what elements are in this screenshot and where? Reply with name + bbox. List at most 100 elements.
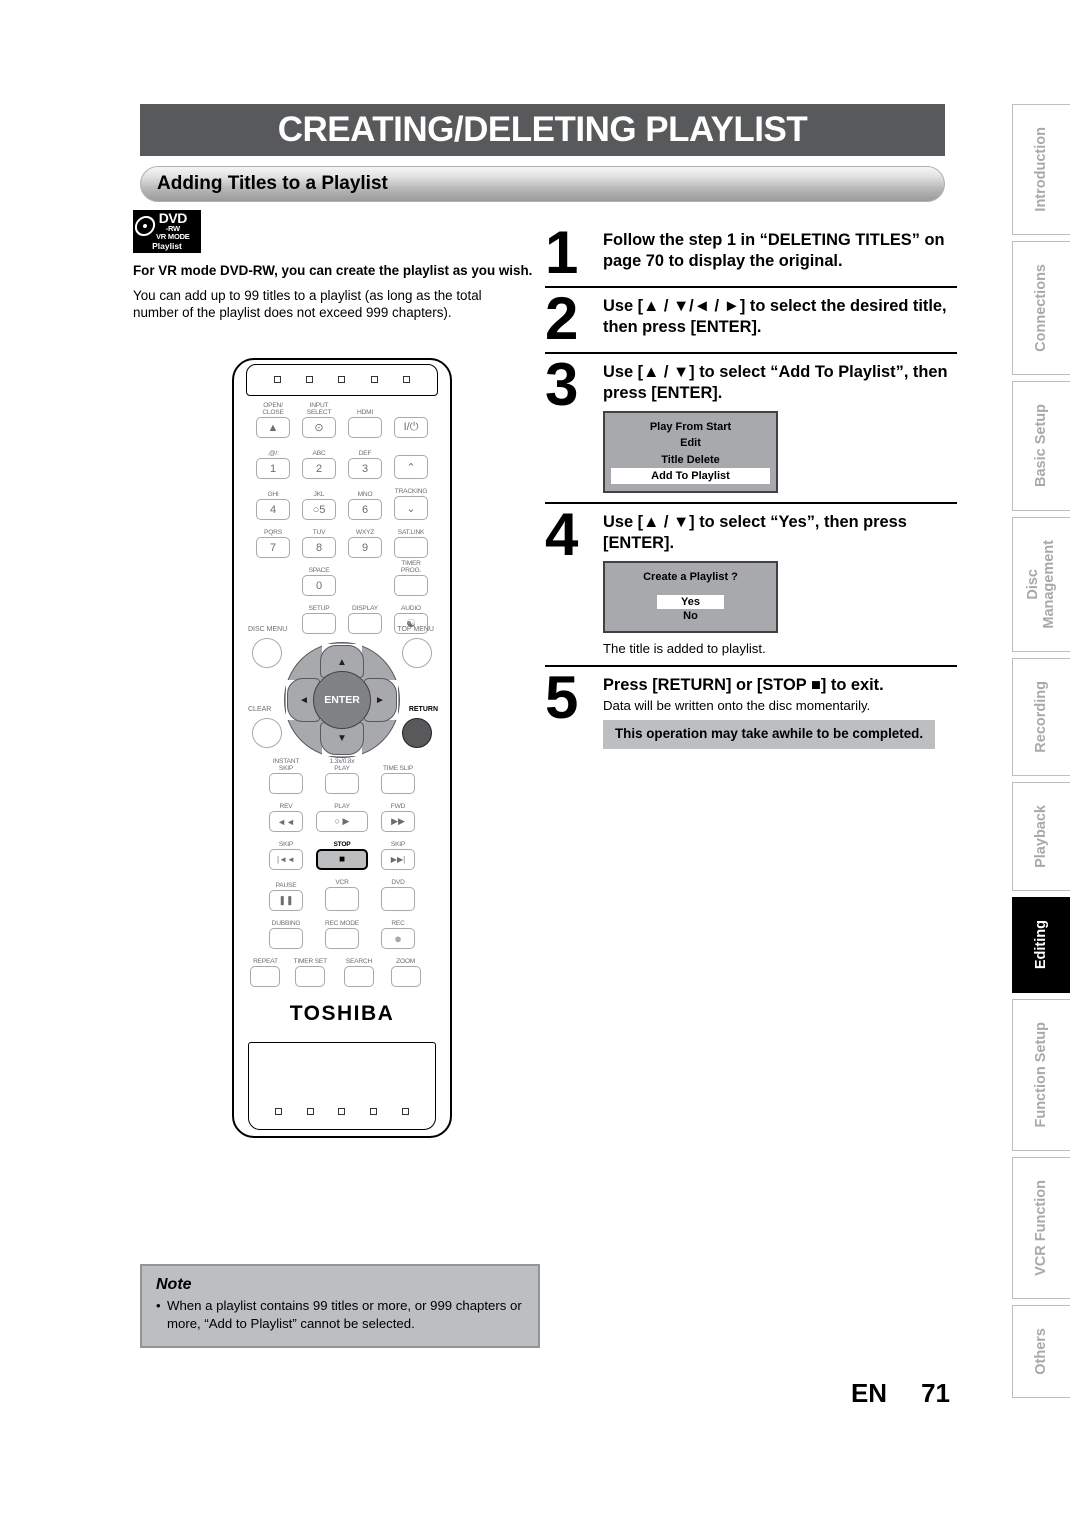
side-tab-strip: Introduction Connections Basic Setup Dis… xyxy=(1012,104,1070,1404)
key-label: DEF xyxy=(358,450,372,458)
vcr-button[interactable] xyxy=(325,887,359,911)
side-tab-disc-management[interactable]: Disc Management xyxy=(1012,516,1070,652)
osd-dialog-yes[interactable]: Yes xyxy=(657,594,724,609)
chevron-down-icon: ⌄ xyxy=(406,502,416,515)
display-button[interactable] xyxy=(348,613,382,634)
remote-top-indicator-row xyxy=(247,376,437,383)
time-slip-button[interactable] xyxy=(381,773,415,794)
number-9-button[interactable]: 9 xyxy=(348,537,382,558)
number-8-button[interactable]: 8 xyxy=(302,537,336,558)
step-text: Press [RETURN] or [STOP ■] to exit. xyxy=(603,676,884,695)
number-3-button[interactable]: 3 xyxy=(348,458,382,479)
return-button[interactable] xyxy=(402,718,432,748)
input-select-button[interactable]: ⊙ xyxy=(302,417,336,438)
open-close-button[interactable]: ▲ xyxy=(256,417,290,438)
stop-button[interactable]: ■ xyxy=(316,849,368,870)
top-menu-button[interactable] xyxy=(402,638,432,668)
arrow-right-icon: ► xyxy=(375,694,385,706)
sat-link-button[interactable] xyxy=(394,537,428,558)
skip-back-button[interactable]: |◄◄ xyxy=(269,849,303,870)
arrow-up-icon: ▲ xyxy=(337,656,347,668)
footer-page-number: 71 xyxy=(921,1378,950,1408)
osd-menu-item[interactable]: Play From Start xyxy=(605,419,776,435)
disc-glyph xyxy=(133,215,157,236)
rewind-icon: ◄◄ xyxy=(277,816,295,827)
osd-menu-item[interactable]: Title Delete xyxy=(605,452,776,468)
step-text: Use [▲ / ▼/◄ / ►] to select the desired … xyxy=(603,297,947,337)
step-2: 2 Use [▲ / ▼/◄ / ►] to select the desire… xyxy=(545,289,957,349)
dvd-button[interactable] xyxy=(381,887,415,911)
remote-control-illustration: OPEN/ CLOSE ▲ INPUT SELECT ⊙ HDMI I/⏻ .@/:… xyxy=(232,358,452,1138)
hdmi-button[interactable] xyxy=(348,417,382,438)
side-tab-introduction[interactable]: Introduction xyxy=(1012,104,1070,235)
number-1-button[interactable]: 1 xyxy=(256,458,290,479)
skip-forward-button[interactable]: ▶▶| xyxy=(381,849,415,870)
remote-keypad: OPEN/ CLOSE ▲ INPUT SELECT ⊙ HDMI I/⏻ .@/:… xyxy=(250,402,434,636)
instant-skip-button[interactable] xyxy=(269,773,303,794)
record-button[interactable]: ● xyxy=(381,928,415,949)
step-number: 4 xyxy=(545,500,578,568)
speed-play-button[interactable] xyxy=(325,773,359,794)
side-tab-label: Recording xyxy=(1033,680,1050,753)
number-2-button[interactable]: 2 xyxy=(302,458,336,479)
rewind-button[interactable]: ◄◄ xyxy=(269,811,303,832)
side-tab-editing[interactable]: Editing xyxy=(1012,897,1070,993)
side-tab-label: Basic Setup xyxy=(1033,404,1050,488)
disc-menu-button[interactable] xyxy=(252,638,282,668)
number-7-button[interactable]: 7 xyxy=(256,537,290,558)
skip-back-icon: |◄◄ xyxy=(277,855,295,864)
repeat-button[interactable] xyxy=(250,966,281,987)
play-button[interactable]: ○ ▶ xyxy=(316,811,368,832)
note-box: Note When a playlist contains 99 titles … xyxy=(140,1264,540,1349)
side-tab-others[interactable]: Others xyxy=(1012,1304,1070,1398)
zoom-button[interactable] xyxy=(390,966,421,987)
side-tab-playback[interactable]: Playback xyxy=(1012,781,1070,892)
side-tab-label: Introduction xyxy=(1033,127,1050,212)
number-6-button[interactable]: 6 xyxy=(348,499,382,520)
enter-button[interactable]: ENTER xyxy=(313,671,371,729)
indicator-square xyxy=(273,376,281,383)
number-5-button[interactable]: ○5 xyxy=(302,499,336,520)
side-tab-function-setup[interactable]: Function Setup xyxy=(1012,998,1070,1151)
key-label: .@/: xyxy=(267,450,279,458)
osd-menu-item[interactable]: Edit xyxy=(605,435,776,451)
step-5: 5 Press [RETURN] or [STOP ■] to exit. Da… xyxy=(545,668,957,750)
indicator-square xyxy=(401,1108,409,1115)
clear-button[interactable] xyxy=(252,718,282,748)
remote-brand-logo: TOSHIBA xyxy=(289,1002,395,1025)
key-label: GHI xyxy=(267,491,279,499)
remote-row: REV ◄◄ PLAY ○ ▶ FWD ▶▶ xyxy=(258,796,428,832)
setup-button[interactable] xyxy=(302,613,336,634)
remote-row: INSTANT SKIP 1.3x/0.8x PLAY TIME SLIP xyxy=(258,758,428,794)
search-button[interactable] xyxy=(343,966,374,987)
osd-menu-item-selected[interactable]: Add To Playlist xyxy=(611,467,770,484)
pause-button[interactable]: ❚❚ xyxy=(269,890,303,911)
timer-prog-button[interactable] xyxy=(394,575,428,596)
side-tab-connections[interactable]: Connections xyxy=(1012,240,1070,376)
remote-row: PQRS 7 TUV 8 WXYZ 9 SAT.LINK xyxy=(250,522,434,558)
side-tab-vcr-function[interactable]: VCR Function xyxy=(1012,1156,1070,1299)
power-button[interactable]: I/⏻ xyxy=(394,417,428,438)
forward-button[interactable]: ▶▶ xyxy=(381,811,415,832)
dvd-badge-words: DVD -RW VR MODE xyxy=(156,211,190,240)
number-0-button[interactable]: 0 xyxy=(302,575,336,596)
key-label: WXYZ xyxy=(355,529,375,537)
key-label: HDMI xyxy=(356,409,374,417)
side-tab-recording[interactable]: Recording xyxy=(1012,657,1070,776)
tracking-up-button[interactable]: ⌃ xyxy=(394,455,428,479)
timer-set-button[interactable] xyxy=(295,966,326,987)
key-label: PQRS xyxy=(264,529,282,537)
left-column: DVD -RW VR MODE Playlist For VR mode DVD… xyxy=(133,210,543,322)
number-4-button[interactable]: 4 xyxy=(256,499,290,520)
osd-dialog-no[interactable]: No xyxy=(605,609,776,623)
dubbing-button[interactable] xyxy=(269,928,303,949)
dvd-badge-caption: Playlist xyxy=(133,240,201,253)
chevron-up-icon: ⌃ xyxy=(406,461,416,474)
remote-row: DUBBING REC MODE REC ● xyxy=(258,913,428,949)
step-4: 4 Use [▲ / ▼] to select “Yes”, then pres… xyxy=(545,500,957,656)
rec-mode-button[interactable] xyxy=(325,928,359,949)
side-tab-basic-setup[interactable]: Basic Setup xyxy=(1012,381,1070,511)
key-label: JKL xyxy=(313,491,325,499)
return-label: RETURN xyxy=(408,706,438,713)
tracking-down-button[interactable]: ⌄ xyxy=(394,496,428,520)
